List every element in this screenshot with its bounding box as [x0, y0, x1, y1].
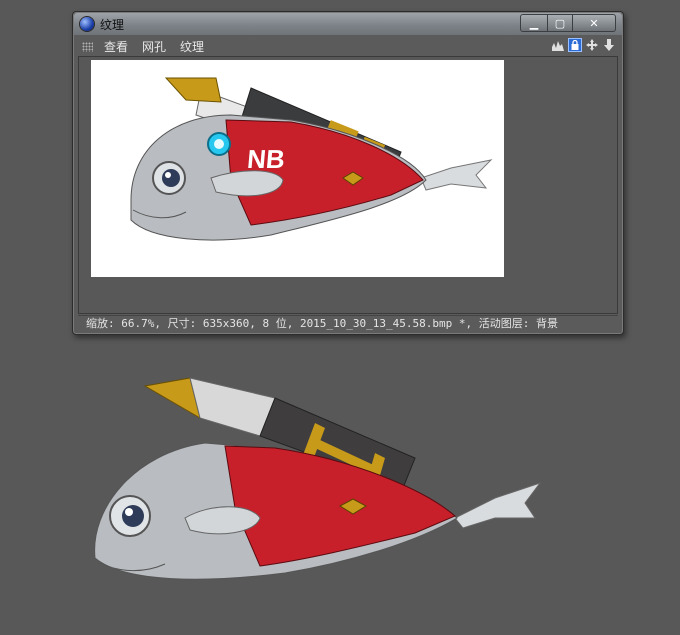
- move-icon[interactable]: [585, 38, 599, 52]
- grip-icon[interactable]: [82, 42, 93, 52]
- down-arrow-icon[interactable]: [602, 38, 616, 52]
- fish-rocket-texture: NB: [130, 77, 493, 241]
- nb-logo: NB: [246, 144, 286, 174]
- minimize-button[interactable]: ▁: [520, 14, 548, 32]
- menu-bar: 查看 网孔 纹理: [78, 38, 618, 55]
- maximize-button[interactable]: ▢: [548, 14, 573, 32]
- lock-icon[interactable]: [568, 38, 582, 52]
- texture-window: 纹理 ▁ ▢ ✕ 查看 网孔 纹理 NB 缩放: 66.7%, 尺寸: 635x…: [72, 11, 624, 335]
- app-sphere-icon: [80, 17, 94, 31]
- window-title: 纹理: [100, 18, 125, 32]
- title-bar[interactable]: 纹理 ▁ ▢ ✕: [74, 13, 622, 35]
- window-controls: ▁ ▢ ✕: [520, 14, 616, 32]
- menu-texture[interactable]: 纹理: [180, 38, 204, 55]
- histogram-icon[interactable]: [551, 38, 565, 52]
- menu-view[interactable]: 查看: [104, 38, 128, 55]
- texture-viewport[interactable]: NB: [78, 56, 618, 314]
- menu-mesh[interactable]: 网孔: [142, 38, 166, 55]
- fish-rocket-model: [94, 377, 542, 580]
- close-button[interactable]: ✕: [573, 14, 616, 32]
- status-bar: 缩放: 66.7%, 尺寸: 635x360, 8 位, 2015_10_30_…: [78, 315, 618, 331]
- texture-image: NB: [91, 60, 504, 277]
- 3d-model-render[interactable]: [85, 368, 555, 598]
- toolbar-icons: [551, 38, 616, 52]
